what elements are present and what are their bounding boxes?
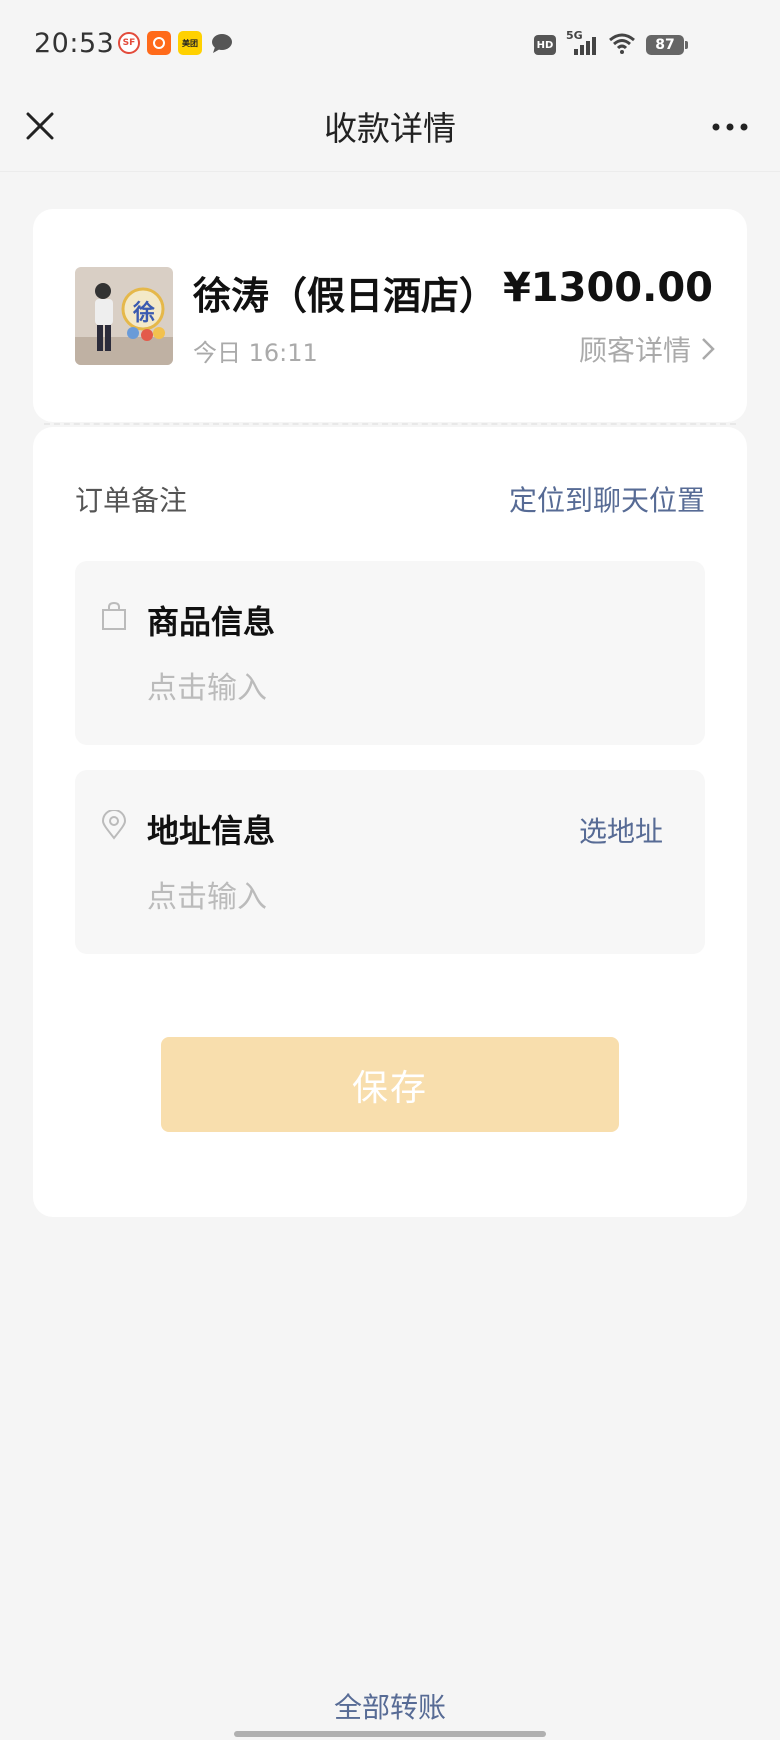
card-divider: [44, 423, 736, 425]
page-title: 收款详情: [324, 109, 456, 148]
address-info-title: 地址信息: [147, 812, 276, 850]
chat-bubble-icon: [209, 31, 235, 55]
notification-icons: SF 美团: [118, 31, 235, 55]
screen: 20:53 SF 美团 HD 5G 87 收款详情 徐 徐涛（假日酒店） ¥13…: [0, 0, 780, 1740]
taobao-icon: [147, 31, 171, 55]
address-info-input[interactable]: 点击输入: [147, 872, 267, 916]
select-address-link[interactable]: 选地址: [579, 810, 663, 850]
shopping-bag-icon: [101, 601, 127, 631]
address-info-section[interactable]: 地址信息 选地址 点击输入: [75, 770, 705, 954]
system-icons: HD 5G 87: [534, 29, 688, 58]
save-button[interactable]: 保存: [161, 1037, 619, 1132]
payment-amount: ¥1300.00: [502, 265, 713, 311]
goods-info-input[interactable]: 点击输入: [147, 663, 267, 707]
customer-details-link[interactable]: 顾客详情: [579, 329, 715, 369]
meituan-icon: 美团: [178, 31, 202, 55]
avatar-char: 徐: [133, 301, 156, 326]
more-dots-icon[interactable]: [710, 112, 750, 142]
order-note-card: 订单备注 定位到聊天位置 商品信息 点击输入 地址信息 选地址 点击输入 保存: [33, 427, 747, 1217]
status-time: 20:53: [34, 28, 115, 59]
battery-icon: 87: [646, 35, 688, 55]
sf-express-icon: SF: [118, 32, 140, 54]
order-note-label: 订单备注: [75, 484, 188, 517]
customer-details-label: 顾客详情: [578, 334, 691, 367]
merchant-card: 徐 徐涛（假日酒店） ¥1300.00 今日 16:11 顾客详情: [33, 209, 747, 422]
avatar[interactable]: 徐: [75, 267, 173, 365]
all-transfers-link[interactable]: 全部转账: [0, 1686, 780, 1726]
nav-bar: 收款详情: [0, 92, 780, 172]
locate-chat-link[interactable]: 定位到聊天位置: [509, 479, 705, 519]
wifi-icon: [608, 32, 636, 58]
location-pin-icon: [101, 809, 127, 840]
goods-info-title: 商品信息: [147, 603, 276, 641]
merchant-name: 徐涛（假日酒店）: [193, 274, 498, 318]
chevron-right-icon: [702, 338, 715, 360]
hd-icon: HD: [534, 35, 556, 55]
payment-time: 今日 16:11: [193, 339, 318, 367]
home-indicator[interactable]: [234, 1731, 546, 1737]
goods-info-section[interactable]: 商品信息 点击输入: [75, 561, 705, 745]
status-bar: 20:53 SF 美团 HD 5G 87: [0, 0, 780, 92]
signal-5g-icon: 5G: [566, 29, 598, 57]
